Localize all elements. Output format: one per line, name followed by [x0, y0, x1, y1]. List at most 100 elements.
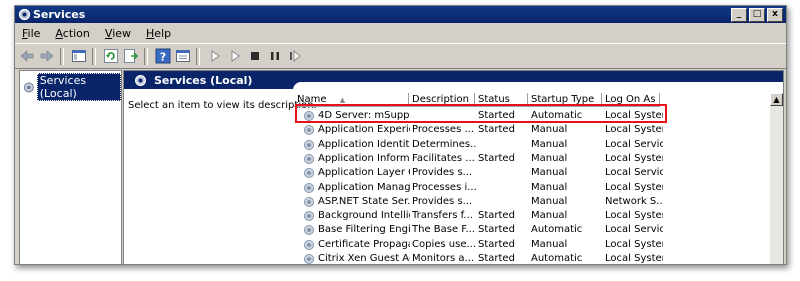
service-name-cell: Application Layer G...: [318, 167, 410, 179]
stop-service-icon: [251, 52, 259, 60]
refresh-icon: [104, 49, 118, 63]
service-description-cell: Determines...: [412, 138, 476, 150]
start-service-alt-button[interactable]: [227, 48, 243, 64]
resume-service-button[interactable]: [287, 48, 303, 64]
service-row[interactable]: Application Manage...Processes i... Manua…: [294, 181, 764, 195]
service-row[interactable]: Certificate Propaga...Copies use...Start…: [294, 238, 764, 252]
menu-action[interactable]: Action: [48, 24, 97, 42]
content-header-title: Services (Local): [154, 74, 253, 87]
pause-service-icon: [271, 52, 279, 60]
service-gear-icon: [304, 211, 314, 222]
service-description-cell: Transfers f...: [412, 210, 473, 222]
service-row[interactable]: Background Intellig...Transfers f... Star…: [294, 209, 764, 223]
service-logon-cell: Local Service: [605, 224, 663, 236]
service-name-cell: Citrix Xen Guest Ag...: [318, 253, 410, 264]
back-button[interactable]: [19, 48, 35, 64]
menu-file-label: ile: [27, 27, 41, 40]
service-row[interactable]: Application Informa...Facilitates ...Sta…: [294, 152, 764, 166]
refresh-button[interactable]: [103, 48, 119, 64]
menu-action-label: ction: [62, 27, 90, 40]
service-description-cell: The Base F...: [412, 224, 475, 236]
show-hide-tree-icon: [72, 50, 86, 62]
menu-view-label: iew: [112, 27, 132, 40]
service-startup-cell: Manual: [531, 238, 568, 250]
close-button[interactable]: x: [767, 8, 783, 22]
service-gear-icon: [304, 182, 314, 193]
service-logon-cell: Local System: [605, 181, 663, 193]
service-name-cell: Background Intellig...: [318, 210, 410, 222]
console-tree: Services (Local): [19, 70, 122, 264]
tree-item-label: Services (Local): [36, 73, 121, 101]
service-logon-cell: Local System: [605, 124, 663, 136]
services-gear-icon: [23, 82, 34, 92]
service-status-cell: Started: [478, 124, 515, 136]
show-hide-tree-button[interactable]: [71, 48, 87, 64]
export-list-icon: [124, 49, 139, 63]
service-name-cell: ASP.NET State Ser...: [318, 195, 410, 207]
service-row[interactable]: ASP.NET State Ser... Provides s... Manual N…: [294, 195, 764, 209]
maximize-button[interactable]: □: [749, 8, 765, 22]
service-description-cell: Processes i...: [412, 181, 476, 193]
help-button[interactable]: ?: [155, 48, 171, 64]
service-startup-cell: Manual: [531, 195, 568, 207]
service-logon-cell: Network S...: [605, 195, 663, 207]
toolbar: ?: [15, 43, 786, 69]
service-startup-cell: Automatic: [531, 224, 583, 236]
services-window: Services _ □ x File Action View Help ? S…: [14, 5, 787, 265]
menu-action-mnemonic: A: [55, 27, 63, 40]
service-description-cell: Provides s...: [412, 167, 473, 179]
menu-view[interactable]: View: [98, 24, 139, 42]
service-name-cell: Base Filtering Engine: [318, 224, 410, 236]
service-status-cell: Started: [478, 224, 515, 236]
service-startup-cell: Manual: [531, 210, 568, 222]
service-gear-icon: [304, 153, 314, 164]
start-service-alt-icon: [231, 50, 240, 62]
service-description-cell: Copies use...: [412, 238, 476, 250]
pause-service-button[interactable]: [267, 48, 283, 64]
menu-help-label: elp: [154, 27, 172, 40]
toolbar-separator: [92, 47, 96, 65]
service-gear-icon: [304, 254, 314, 264]
vertical-scrollbar[interactable]: ▲: [770, 93, 783, 264]
toolbar-separator: [60, 47, 64, 65]
service-name-cell: Application Manage...: [318, 181, 410, 193]
back-arrow-icon: [20, 50, 34, 62]
tree-item-services-local[interactable]: Services (Local): [23, 73, 121, 101]
service-gear-icon: [304, 239, 314, 250]
stop-service-button[interactable]: [247, 48, 263, 64]
service-name-cell: Application Informa...: [318, 152, 410, 164]
minimize-button[interactable]: _: [731, 8, 747, 22]
service-row[interactable]: Base Filtering EngineThe Base F...Starte…: [294, 223, 764, 237]
start-service-button[interactable]: [207, 48, 223, 64]
service-logon-cell: Local Service: [605, 167, 663, 179]
service-logon-cell: Local System: [605, 152, 663, 164]
title-bar[interactable]: Services _ □ x: [15, 6, 786, 23]
service-row[interactable]: Citrix Xen Guest Ag...Monitors a...Start…: [294, 252, 764, 264]
service-logon-cell: Local Service: [605, 138, 663, 150]
properties-button[interactable]: [175, 48, 191, 64]
export-list-button[interactable]: [123, 48, 139, 64]
service-status-cell: Started: [478, 253, 515, 264]
services-gear-icon: [135, 75, 146, 86]
sort-ascending-icon: ▲: [339, 96, 346, 104]
toolbar-separator: [144, 47, 148, 65]
forward-arrow-icon: [40, 50, 54, 62]
svg-text:?: ?: [160, 51, 166, 64]
help-icon: ?: [155, 48, 171, 64]
service-description-cell: Processes ...: [412, 124, 475, 136]
window-title: Services: [33, 8, 86, 21]
menu-help[interactable]: Help: [139, 24, 179, 42]
menu-file[interactable]: File: [15, 24, 48, 42]
scroll-up-button[interactable]: ▲: [770, 93, 783, 106]
service-description-cell: Facilitates ...: [412, 152, 475, 164]
resume-service-icon: [290, 49, 301, 63]
service-startup-cell: Manual: [531, 124, 568, 136]
service-row[interactable]: Application Experie...Processes ...Start…: [294, 123, 764, 137]
menu-bar: File Action View Help: [15, 24, 786, 42]
service-name-cell: Application Experie...: [318, 124, 410, 136]
service-row[interactable]: Application Layer G...Provides s... Manua…: [294, 166, 764, 180]
service-row[interactable]: Application Identity Determines... Manual L…: [294, 138, 764, 152]
service-startup-cell: Manual: [531, 167, 568, 179]
forward-button[interactable]: [39, 48, 55, 64]
service-gear-icon: [304, 168, 314, 179]
